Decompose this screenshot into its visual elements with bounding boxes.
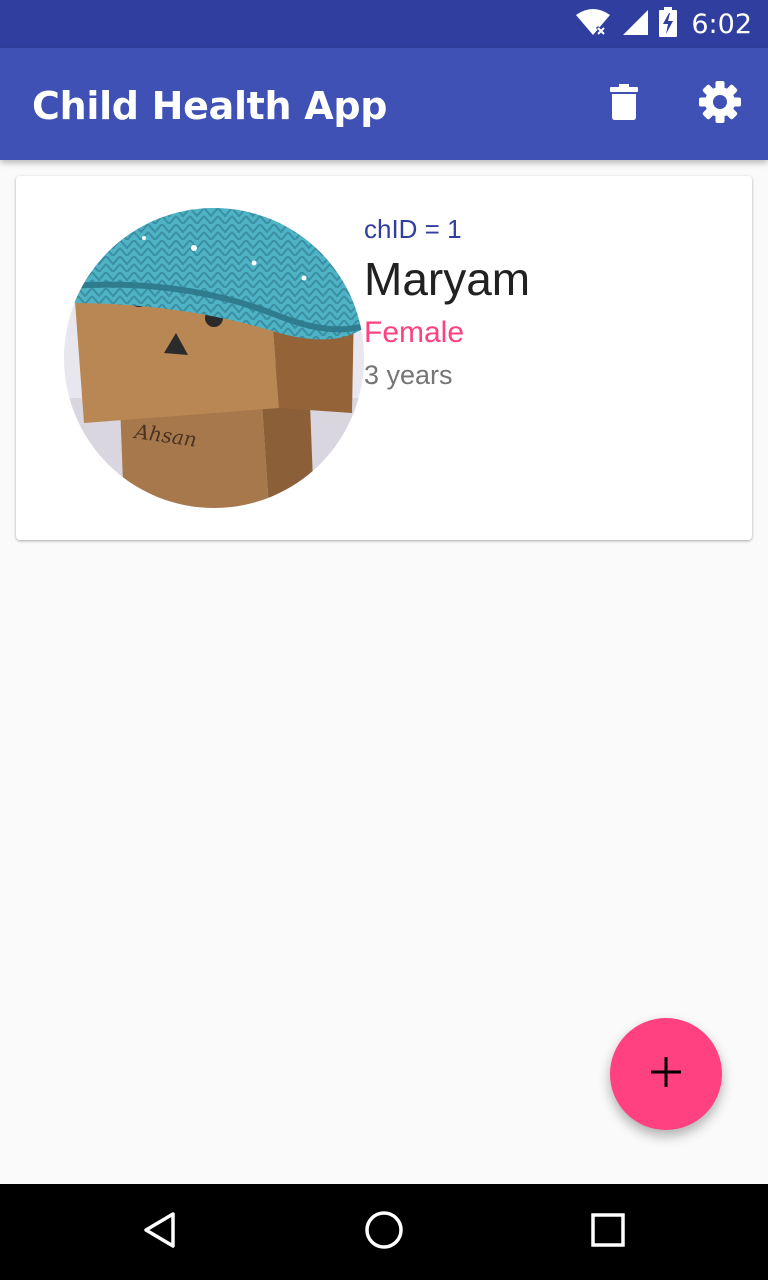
back-button[interactable]: [132, 1204, 188, 1260]
app-bar: Child Health App: [0, 48, 768, 160]
delete-icon: [610, 83, 638, 125]
cell-signal-icon: [621, 8, 649, 41]
battery-charging-icon: [659, 6, 678, 42]
child-gender: Female: [364, 316, 465, 349]
child-avatar: Ahsan: [64, 208, 364, 508]
add-icon: [651, 1056, 681, 1092]
recents-button[interactable]: [580, 1204, 636, 1260]
child-name: Maryam: [364, 253, 531, 305]
settings-button[interactable]: [692, 76, 748, 132]
child-age: 3 years: [364, 360, 453, 390]
back-icon: [140, 1210, 180, 1255]
wifi-no-internet-icon: [575, 7, 611, 42]
add-child-button[interactable]: [610, 1018, 722, 1130]
status-icons: 6:02: [575, 0, 752, 48]
children-list: Ahsan chID = 1 Maryam Female 3 years: [0, 160, 768, 1184]
recents-icon: [588, 1210, 628, 1255]
status-bar: 6:02: [0, 0, 768, 48]
home-icon: [364, 1210, 404, 1255]
app-title: Child Health App: [32, 84, 388, 128]
delete-button[interactable]: [596, 76, 652, 132]
child-card[interactable]: Ahsan chID = 1 Maryam Female 3 years: [16, 176, 752, 540]
status-time: 6:02: [691, 8, 752, 40]
home-button[interactable]: [356, 1204, 412, 1260]
navigation-bar: [0, 1184, 768, 1280]
child-id: chID = 1: [364, 214, 462, 244]
settings-icon: [699, 80, 741, 128]
